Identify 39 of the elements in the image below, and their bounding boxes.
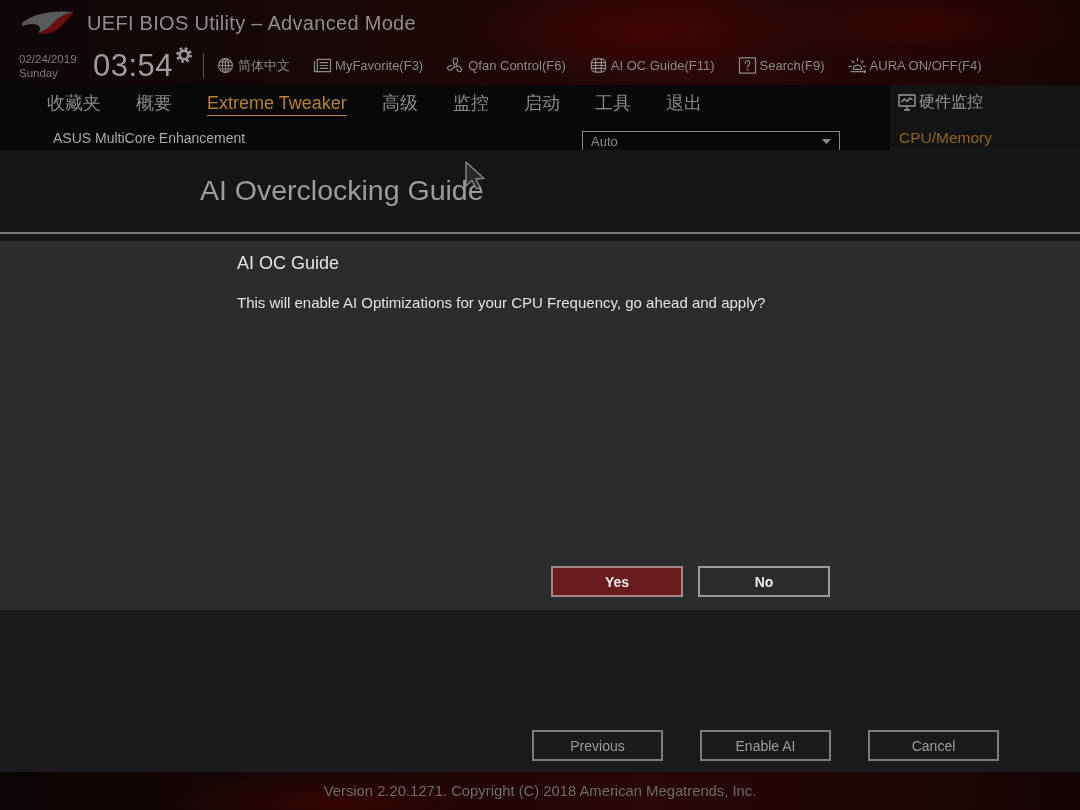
- dialog-title: AI OC Guide: [237, 253, 341, 274]
- copyright-text: Version 2.20.1271. Copyright (C) 2018 American Megatrends, Inc.: [323, 783, 757, 799]
- dialog-button[interactable]: Yes: [551, 566, 683, 597]
- toolbar-button[interactable]: 简体中文: [216, 56, 291, 75]
- nav-tab[interactable]: 收藏夹: [47, 88, 101, 117]
- lamp-icon: [847, 57, 867, 74]
- question-box-icon: [737, 57, 757, 74]
- wizard-title: AI Overclocking Guide: [200, 173, 484, 207]
- dialog-button[interactable]: No: [698, 566, 830, 597]
- toolbar-button[interactable]: Search(F9): [737, 56, 825, 75]
- globe-icon: [216, 57, 236, 74]
- nav-tab[interactable]: 概要: [136, 88, 172, 117]
- nav-tab[interactable]: 监控: [452, 88, 489, 117]
- clock-time: 03:54: [93, 48, 174, 83]
- monitor-icon: [898, 93, 916, 111]
- wizard-button[interactable]: Cancel: [868, 730, 999, 761]
- nav-tab[interactable]: 退出: [665, 88, 702, 117]
- window-title: UEFI BIOS Utility – Advanced Mode: [87, 11, 416, 35]
- wizard-button[interactable]: Enable AI: [700, 730, 831, 761]
- nav-tab[interactable]: 启动: [523, 88, 560, 117]
- logo-icon: [20, 9, 76, 37]
- chip-icon: [588, 57, 608, 74]
- section-label: CPU/Memory: [899, 129, 993, 147]
- toolbar-button[interactable]: AURA ON/OFF(F4): [847, 56, 982, 75]
- toolbar-button[interactable]: Qfan Control(F6): [446, 56, 566, 75]
- nav-tab[interactable]: Extreme Tweaker: [207, 89, 347, 116]
- weekday-text: Sunday: [19, 65, 59, 80]
- date-text: 02/24/2019: [19, 51, 78, 66]
- nav-tab[interactable]: 工具: [594, 88, 631, 117]
- caret-icon: [822, 139, 831, 144]
- toolbar-button[interactable]: MyFavorite(F3): [313, 56, 424, 75]
- toolbar-button[interactable]: AI OC Guide(F11): [588, 56, 715, 75]
- wizard-button[interactable]: Previous: [532, 730, 663, 761]
- nav-tab[interactable]: 高级: [381, 88, 418, 117]
- list-icon: [313, 57, 333, 74]
- setting-label: ASUS MultiCore Enhancement: [53, 130, 246, 146]
- panel-title: 硬件监控: [919, 91, 983, 112]
- dialog-message: This will enable AI Optimizations for your CPU Frequency, go ahead and apply?: [237, 294, 767, 311]
- settings-icon: [175, 46, 194, 64]
